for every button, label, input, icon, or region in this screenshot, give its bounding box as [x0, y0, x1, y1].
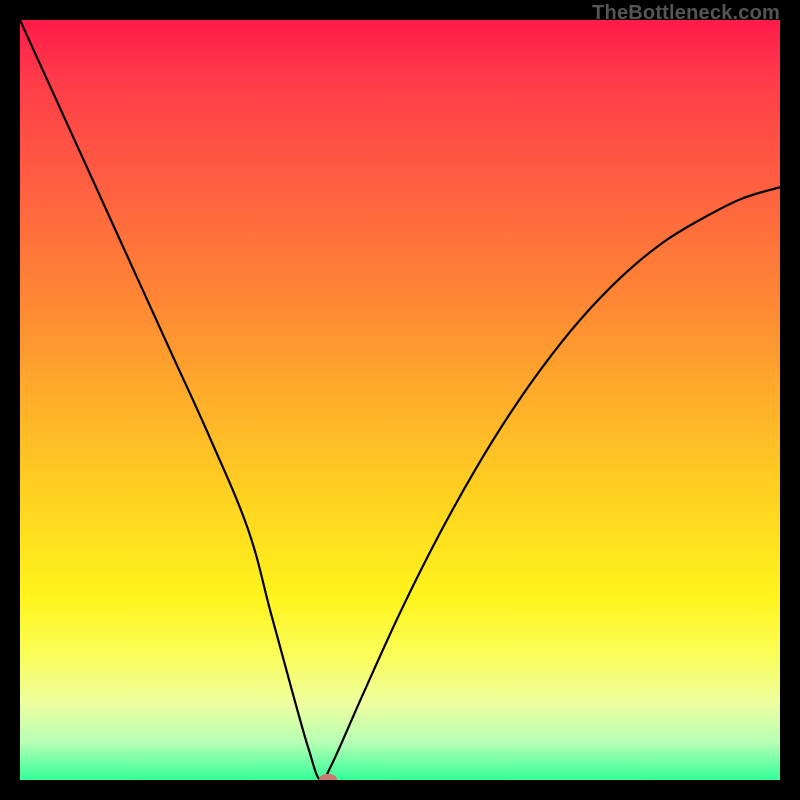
watermark-text: TheBottleneck.com	[592, 2, 780, 25]
plot-area	[20, 20, 780, 780]
optimum-marker	[319, 774, 337, 780]
chart-frame: TheBottleneck.com	[0, 0, 800, 800]
bottleneck-curve	[20, 20, 780, 780]
